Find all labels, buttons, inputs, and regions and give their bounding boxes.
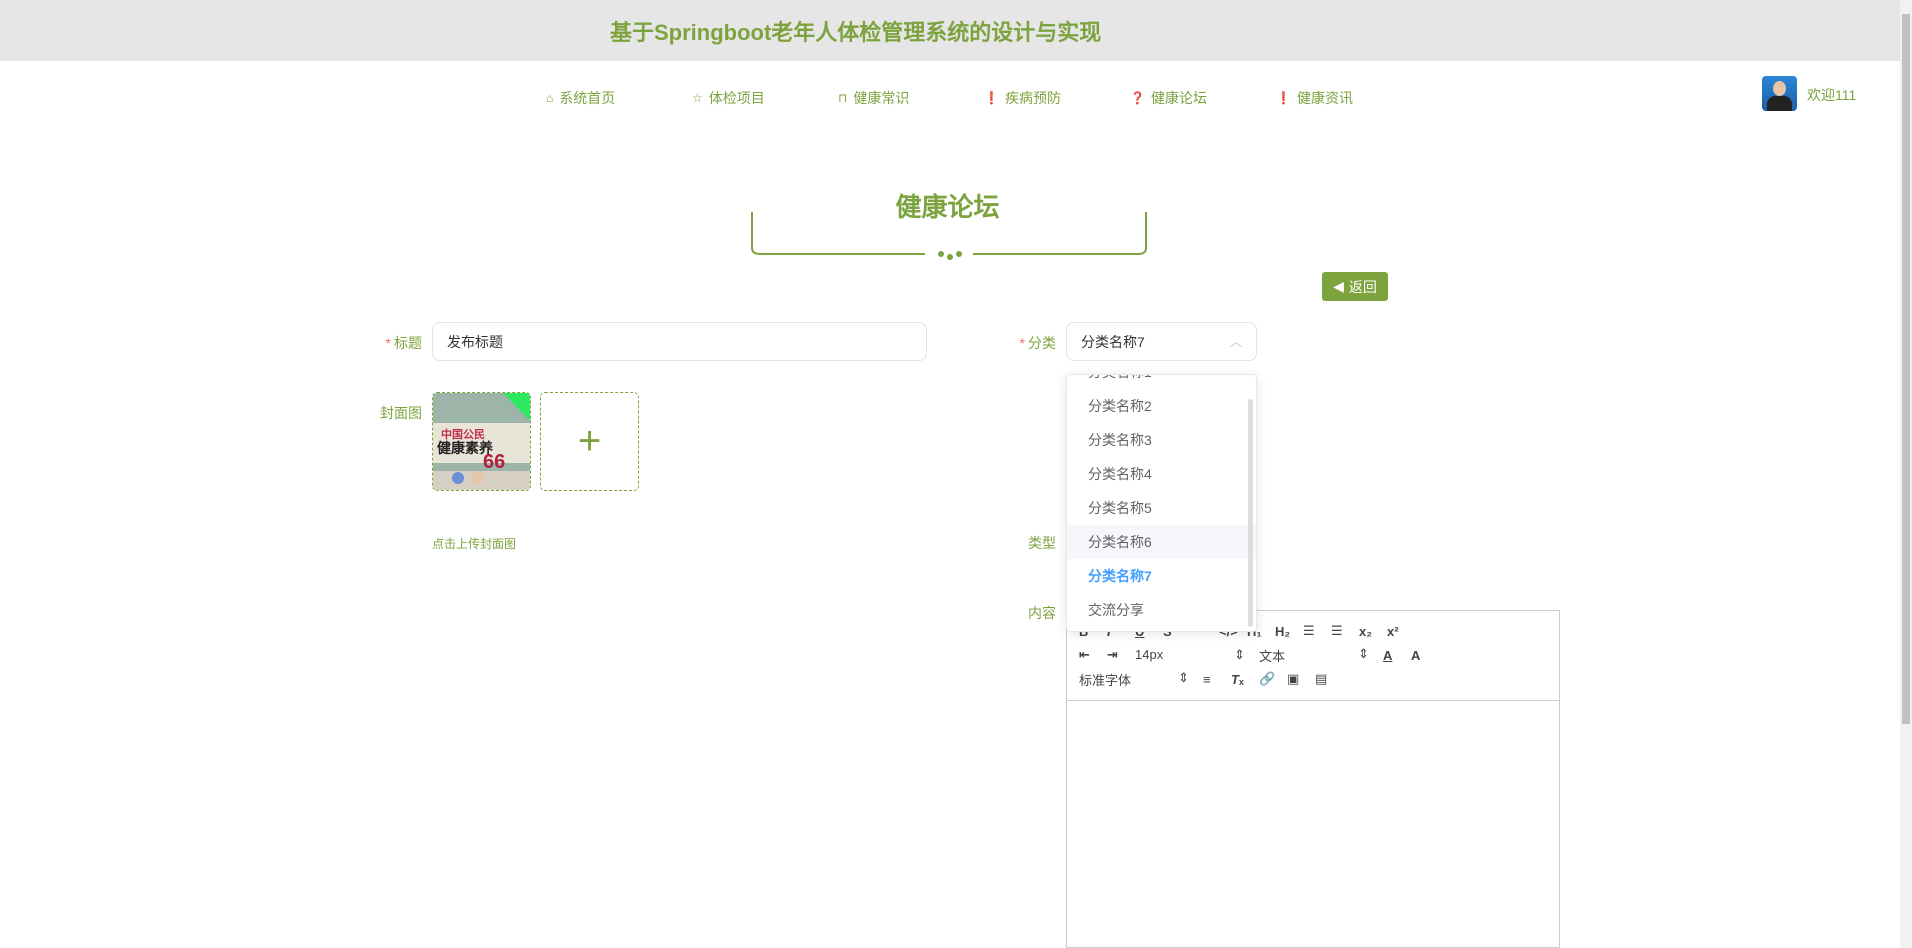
title-label: * 标题 [385, 335, 422, 351]
back-button[interactable]: ◀ 返回 [1322, 272, 1388, 301]
font-family-select[interactable]: 标准字体 ⇕ [1079, 670, 1189, 689]
dropdown-option[interactable]: 分类名称5 [1067, 491, 1256, 525]
site-title: 基于Springboot老年人体检管理系统的设计与实现 [610, 20, 1102, 45]
category-dropdown: 分类名称1分类名称2分类名称3分类名称4分类名称5分类名称6分类名称7交流分享 [1066, 374, 1257, 632]
indent-icon[interactable]: ⇥ [1107, 647, 1135, 663]
ordered-list-icon[interactable]: ☰ [1303, 623, 1331, 639]
font-size-select[interactable]: 14px ⇕ [1135, 647, 1245, 663]
title-input[interactable]: 发布标题 [432, 322, 927, 361]
rich-text-editor[interactable]: BIUS❞</>H₁H₂☰☰x₂x² ⇤⇥14px⇕文本⇕AA 标准字体⇕≡Tₓ… [1066, 610, 1560, 948]
h2-icon[interactable]: H₂ [1275, 624, 1303, 639]
cover-label: 封面图 [380, 405, 422, 421]
nav-item[interactable]: ❗ 疾病预防 [984, 88, 1061, 108]
bullet-list-icon[interactable]: ☰ [1331, 623, 1359, 639]
category-select[interactable]: 分类名称7 ︿ [1066, 322, 1257, 361]
home-icon: ⌂ [546, 91, 554, 105]
upload-hint: 点击上传封面图 [432, 537, 517, 551]
question-icon: ❓ [1130, 91, 1145, 105]
avatar[interactable] [1762, 76, 1797, 111]
type-label: 类型 [1028, 535, 1056, 551]
image-icon[interactable]: ▣ [1287, 671, 1315, 687]
dropdown-option[interactable]: 分类名称2 [1067, 389, 1256, 423]
background-color-icon[interactable]: A [1411, 648, 1439, 663]
superscript-icon[interactable]: x² [1387, 624, 1415, 639]
welcome-text[interactable]: 欢迎111 [1807, 85, 1856, 105]
dropdown-option[interactable]: 分类名称7 [1067, 559, 1256, 593]
link-icon[interactable]: 🔗 [1259, 671, 1287, 687]
info-icon: ❗ [1276, 91, 1291, 105]
video-icon[interactable]: ▤ [1315, 671, 1343, 687]
chevron-up-icon: ︿ [1229, 335, 1242, 349]
upload-plus-button[interactable]: + [540, 392, 639, 491]
category-label: * 分类 [1019, 335, 1056, 351]
dropdown-option[interactable]: 分类名称4 [1067, 457, 1256, 491]
title-decoration [751, 212, 1147, 260]
subscript-icon[interactable]: x₂ [1359, 624, 1387, 639]
align-icon[interactable]: ≡ [1203, 672, 1231, 687]
caret-left-icon: ◀ [1333, 278, 1344, 294]
header-select[interactable]: 文本 ⇕ [1259, 646, 1369, 665]
bag-icon: ⊓ [838, 91, 848, 105]
nav-item[interactable]: ❓ 健康论坛 [1130, 88, 1207, 108]
info-icon: ❗ [984, 91, 999, 105]
nav-item[interactable]: ⌂ 系统首页 [546, 88, 615, 108]
svg-text:中国公民: 中国公民 [441, 427, 485, 441]
dropdown-option[interactable]: 分类名称1 [1067, 375, 1256, 389]
svg-text:66: 66 [483, 451, 505, 473]
nav-item[interactable]: ⊓ 健康常识 [838, 88, 909, 108]
page-scrollbar-thumb[interactable] [1902, 14, 1910, 724]
content-label: 内容 [1028, 605, 1056, 621]
star-icon: ☆ [692, 91, 703, 105]
outdent-icon[interactable]: ⇤ [1079, 647, 1107, 663]
nav-item[interactable]: ❗ 健康资讯 [1276, 88, 1353, 108]
dropdown-option[interactable]: 分类名称6 [1067, 525, 1256, 559]
dropdown-option[interactable]: 分类名称3 [1067, 423, 1256, 457]
dropdown-option[interactable]: 交流分享 [1067, 593, 1256, 627]
clear-format-icon[interactable]: Tₓ [1231, 672, 1259, 687]
nav-item[interactable]: ☆ 体检项目 [692, 88, 765, 108]
cover-image[interactable]: 中国公民 健康素养 66 [432, 392, 531, 491]
font-color-icon[interactable]: A [1383, 648, 1411, 663]
dropdown-scrollbar[interactable] [1248, 399, 1253, 627]
